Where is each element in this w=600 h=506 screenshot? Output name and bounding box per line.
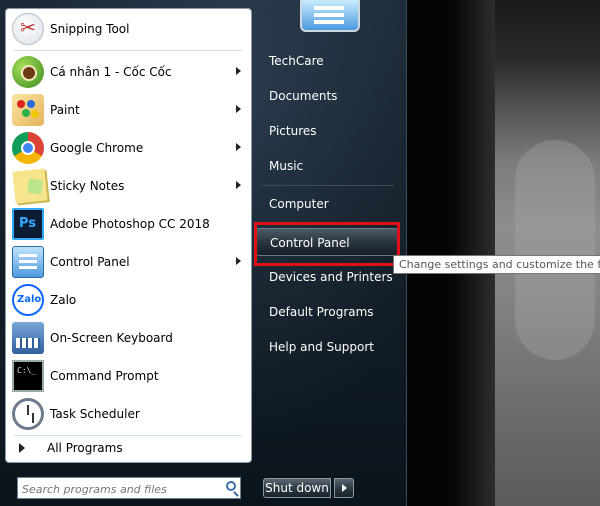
- program-label: On-Screen Keyboard: [50, 331, 173, 345]
- right-item-music[interactable]: Music: [256, 152, 398, 180]
- arrow-right-icon: [19, 443, 25, 453]
- wallpaper-photo: [455, 0, 600, 506]
- program-snipping-tool[interactable]: Snipping Tool: [9, 11, 249, 47]
- submenu-arrow-icon[interactable]: [236, 181, 241, 189]
- submenu-arrow-icon[interactable]: [236, 67, 241, 75]
- search-input[interactable]: [22, 480, 212, 499]
- tooltip: Change settings and customize the functi…: [393, 255, 600, 274]
- search-area: [5, 466, 252, 500]
- program-photoshop[interactable]: Adobe Photoshop CC 2018: [9, 206, 249, 242]
- control-panel-icon: [12, 246, 44, 278]
- right-item-documents[interactable]: Documents: [256, 82, 398, 110]
- user-picture[interactable]: [300, 0, 360, 32]
- right-item-devices-and-printers[interactable]: Devices and Printers: [256, 263, 398, 291]
- program-control-panel[interactable]: Control Panel: [9, 244, 249, 280]
- program-label: Control Panel: [50, 255, 130, 269]
- command-prompt-icon: [12, 360, 44, 392]
- search-icon[interactable]: [226, 481, 236, 491]
- program-command-prompt[interactable]: Command Prompt: [9, 358, 249, 394]
- right-item-help-and-support[interactable]: Help and Support: [256, 333, 398, 361]
- program-label: Cá nhân 1 - Cốc Cốc: [50, 65, 172, 79]
- program-label: Task Scheduler: [50, 407, 140, 421]
- right-item-default-programs[interactable]: Default Programs: [256, 298, 398, 326]
- highlight-annotation-box: [254, 222, 400, 266]
- program-label: Google Chrome: [50, 141, 144, 155]
- program-label: Command Prompt: [50, 369, 159, 383]
- programs-panel: Snipping Tool Cá nhân 1 - Cốc Cốc Paint …: [5, 8, 252, 463]
- zalo-icon: [12, 284, 44, 316]
- chrome-icon: [12, 132, 44, 164]
- sticky-notes-icon: [12, 168, 48, 204]
- right-item-pictures[interactable]: Pictures: [256, 117, 398, 145]
- divider: [262, 185, 394, 186]
- paint-icon: [12, 94, 44, 126]
- right-item-techcare[interactable]: TechCare: [256, 47, 398, 75]
- photoshop-icon: [12, 208, 44, 240]
- program-label: Paint: [50, 103, 80, 117]
- keyboard-icon: [12, 322, 44, 354]
- snipping-tool-icon: [12, 13, 44, 45]
- all-programs-button[interactable]: All Programs: [16, 441, 123, 455]
- divider: [14, 435, 242, 436]
- program-task-scheduler[interactable]: Task Scheduler: [9, 396, 249, 432]
- program-coccoc[interactable]: Cá nhân 1 - Cốc Cốc: [9, 54, 249, 90]
- shutdown-options-arrow-icon[interactable]: [334, 478, 354, 498]
- program-label: Adobe Photoshop CC 2018: [50, 217, 210, 231]
- program-label: Zalo: [50, 293, 77, 307]
- program-label: Sticky Notes: [50, 179, 125, 193]
- search-box[interactable]: [17, 477, 241, 499]
- right-item-computer[interactable]: Computer: [256, 190, 398, 218]
- divider: [14, 50, 242, 51]
- program-on-screen-keyboard[interactable]: On-Screen Keyboard: [9, 320, 249, 356]
- submenu-arrow-icon[interactable]: [236, 105, 241, 113]
- program-zalo[interactable]: Zalo: [9, 282, 249, 318]
- program-google-chrome[interactable]: Google Chrome: [9, 130, 249, 166]
- program-label: Snipping Tool: [50, 22, 130, 36]
- program-sticky-notes[interactable]: Sticky Notes: [9, 168, 249, 204]
- all-programs-label: All Programs: [47, 441, 123, 455]
- task-scheduler-icon: [12, 398, 44, 430]
- coccoc-icon: [12, 56, 44, 88]
- submenu-arrow-icon[interactable]: [236, 143, 241, 151]
- shutdown-button[interactable]: Shut down: [263, 478, 331, 498]
- submenu-arrow-icon[interactable]: [236, 257, 241, 265]
- program-paint[interactable]: Paint: [9, 92, 249, 128]
